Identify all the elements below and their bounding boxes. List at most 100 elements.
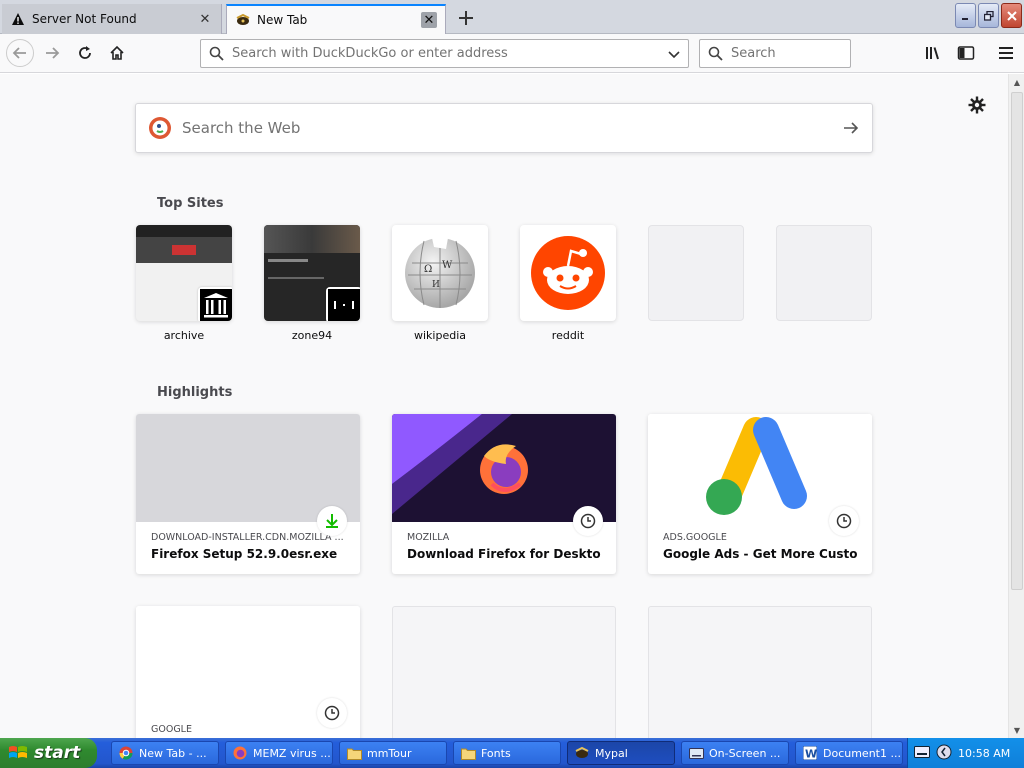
taskbar-item-label: MEMZ virus ... xyxy=(253,746,331,760)
taskbar-item-active[interactable]: Mypal xyxy=(567,741,675,765)
top-sites-title: Top Sites xyxy=(157,196,224,211)
vertical-scrollbar[interactable]: ▲ ▼ xyxy=(1008,74,1024,738)
taskbar-item[interactable]: mmTour xyxy=(339,741,447,765)
clock: 10:58 AM xyxy=(958,746,1011,760)
card-host: MOZILLA xyxy=(407,532,450,543)
address-input[interactable]: Search with DuckDuckGo or enter address xyxy=(224,46,668,61)
tab-new-tab[interactable]: New Tab ✕ xyxy=(226,4,446,34)
navigation-toolbar: Search with DuckDuckGo or enter address … xyxy=(0,34,1024,73)
highlight-card[interactable]: GOOGLE xyxy=(136,606,360,738)
search-bar[interactable]: Search xyxy=(699,39,851,68)
archive-icon xyxy=(198,287,232,321)
highlight-card[interactable]: ADS.GOOGLE Google Ads - Get More Custome… xyxy=(648,414,872,574)
top-site-label: zone94 xyxy=(291,329,333,342)
reload-button[interactable] xyxy=(71,39,99,67)
svg-text:Ω: Ω xyxy=(424,264,432,275)
library-icon xyxy=(926,47,939,60)
new-tab-button[interactable] xyxy=(454,6,478,30)
mypal-icon xyxy=(235,12,251,28)
top-site-reddit[interactable]: reddit xyxy=(520,225,616,342)
taskbar-item-label: mmTour xyxy=(367,746,412,760)
address-bar[interactable]: Search with DuckDuckGo or enter address xyxy=(200,39,689,68)
taskbar-item[interactable]: On-Screen ... xyxy=(681,741,789,765)
keyboard-tray-icon[interactable] xyxy=(914,745,930,761)
taskbar-item[interactable]: MEMZ virus ... xyxy=(225,741,333,765)
mypal-icon xyxy=(574,745,590,761)
sidebar-icon xyxy=(957,46,975,60)
top-site-label: archive xyxy=(163,329,205,342)
top-site-label: wikipedia xyxy=(413,329,466,342)
taskbar-item[interactable]: W Document1 ... xyxy=(795,741,903,765)
minimize-button[interactable] xyxy=(955,3,976,28)
search-icon xyxy=(209,46,224,61)
forward-button[interactable] xyxy=(38,39,66,67)
card-thumbnail xyxy=(136,414,360,536)
empty-card xyxy=(392,606,616,738)
home-button[interactable] xyxy=(103,39,131,67)
arrow-right-icon xyxy=(844,122,859,134)
windows-logo-icon xyxy=(9,746,27,758)
taskbar-item-label: On-Screen ... xyxy=(709,746,781,760)
reload-icon xyxy=(79,46,91,59)
top-site-wikipedia[interactable]: Ω W И wikipedia xyxy=(392,225,488,342)
svg-text:И: И xyxy=(432,280,440,290)
library-button[interactable] xyxy=(921,40,947,66)
svg-text:W: W xyxy=(442,260,453,271)
tab-server-not-found[interactable]: Server Not Found ✕ xyxy=(2,4,222,34)
tab-label: New Tab xyxy=(257,13,308,27)
sidebar-button[interactable] xyxy=(953,40,979,66)
card-thumbnail xyxy=(392,414,616,536)
top-site-label: reddit xyxy=(551,329,585,342)
top-site-thumbnail xyxy=(136,225,232,321)
volume-icon[interactable] xyxy=(936,744,952,763)
taskbar: start New Tab - ... MEMZ virus ... mmTou… xyxy=(0,738,1024,768)
card-thumbnail xyxy=(136,606,360,728)
duckduckgo-icon xyxy=(149,117,171,139)
highlights-title: Highlights xyxy=(157,385,233,400)
top-site-empty xyxy=(648,225,744,321)
tab-label: Server Not Found xyxy=(32,12,137,26)
web-search-input[interactable]: Search the Web xyxy=(172,119,842,137)
card-host: GOOGLE xyxy=(151,724,192,735)
start-button[interactable]: start xyxy=(0,738,97,768)
new-tab-page: Search the Web Top Sites archive zone94 xyxy=(0,74,1008,738)
highlight-card[interactable]: MOZILLA Download Firefox for Desktop ... xyxy=(392,414,616,574)
card-title: Firefox Setup 52.9.0esr.exe xyxy=(151,547,338,561)
taskbar-item[interactable]: New Tab - ... xyxy=(111,741,219,765)
close-window-button[interactable] xyxy=(1001,3,1022,28)
card-thumbnail xyxy=(648,414,872,536)
restore-button[interactable] xyxy=(978,3,999,28)
reddit-icon xyxy=(531,236,605,310)
chevron-down-icon xyxy=(668,50,680,58)
empty-tile xyxy=(776,225,872,321)
scrollbar-thumb[interactable] xyxy=(1011,92,1023,590)
scroll-up-icon[interactable]: ▲ xyxy=(1009,74,1024,90)
top-site-archive[interactable]: archive xyxy=(136,225,232,342)
clock-icon xyxy=(317,698,347,728)
top-site-zone94[interactable]: zone94 xyxy=(264,225,360,342)
svg-text:W: W xyxy=(805,748,817,761)
clock-icon xyxy=(573,506,603,536)
menu-button[interactable] xyxy=(993,40,1019,66)
zone94-icon xyxy=(326,287,360,321)
back-button[interactable] xyxy=(6,39,34,67)
top-site-thumbnail xyxy=(264,225,360,321)
chrome-icon xyxy=(118,745,134,761)
highlight-card[interactable]: DOWNLOAD-INSTALLER.CDN.MOZILLA ... Firef… xyxy=(136,414,360,574)
search-icon xyxy=(708,46,723,61)
clock-icon xyxy=(829,506,859,536)
firefox-icon xyxy=(232,745,248,761)
search-input[interactable]: Search xyxy=(723,46,776,61)
card-title: Google Ads - Get More Custome... xyxy=(663,547,857,561)
taskbar-item[interactable]: Fonts xyxy=(453,741,561,765)
settings-button[interactable] xyxy=(966,94,988,116)
close-tab-icon[interactable]: ✕ xyxy=(197,11,213,27)
empty-card xyxy=(648,606,872,738)
web-search-box[interactable]: Search the Web xyxy=(135,103,873,153)
taskbar-item-label: Document1 ... xyxy=(823,746,901,760)
card-host: DOWNLOAD-INSTALLER.CDN.MOZILLA ... xyxy=(151,532,344,543)
wikipedia-icon: Ω W И xyxy=(405,238,475,308)
close-tab-icon[interactable]: ✕ xyxy=(421,12,437,28)
scroll-down-icon[interactable]: ▼ xyxy=(1009,722,1024,738)
home-icon xyxy=(110,45,124,60)
